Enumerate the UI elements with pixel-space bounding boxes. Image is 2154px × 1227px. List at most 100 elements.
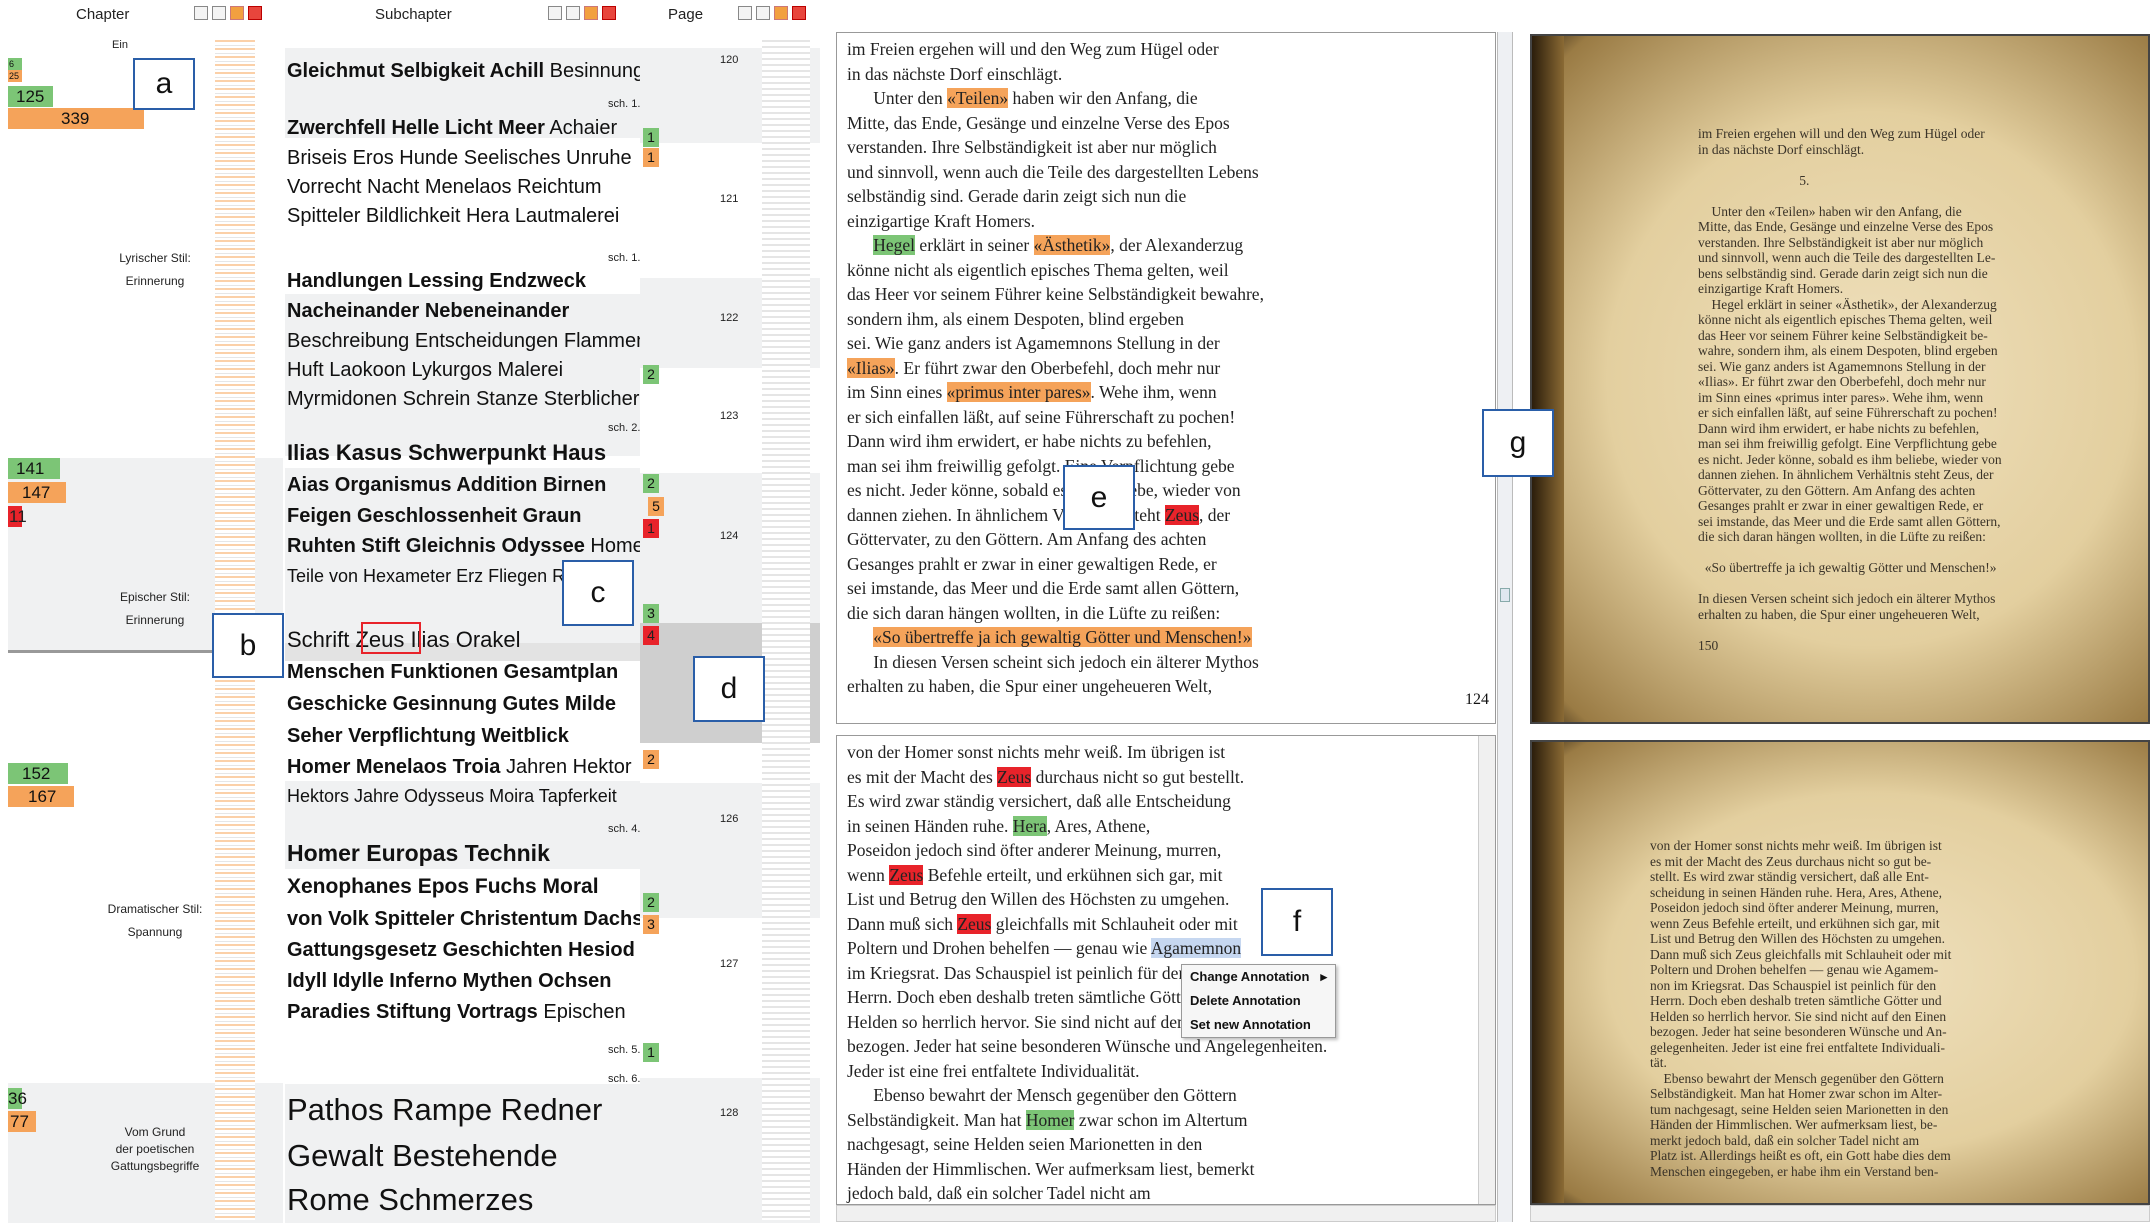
splitter-grip-icon[interactable]	[1500, 588, 1510, 602]
text-line[interactable]: er sich einfallen läßt, auf seine Führer…	[847, 405, 1235, 430]
keyword-line[interactable]: Briseis Eros Hunde Seelisches Unruhe	[287, 147, 632, 170]
mini-count[interactable]: 1	[643, 128, 659, 147]
keyword-line[interactable]: Teile von Hexameter Erz Fliegen R	[287, 566, 565, 587]
chapter-bar[interactable]: 167	[8, 786, 74, 807]
keyword-line[interactable]: Feigen Geschlossenheit Graun	[287, 505, 582, 528]
keyword-line[interactable]: Ilias Kasus Schwerpunkt Haus	[287, 440, 606, 466]
chapter-bar[interactable]: 125	[8, 86, 53, 107]
text-pane-top[interactable]: im Freien ergehen will und den Weg zum H…	[836, 32, 1496, 724]
menu-item-delete-annotation[interactable]: Delete Annotation	[1182, 989, 1335, 1013]
sort-icon[interactable]	[548, 6, 562, 20]
sort-icon[interactable]	[738, 6, 752, 20]
text-line[interactable]: Helden so herrlich hervor. Sie sind nich…	[847, 1010, 1201, 1035]
mini-count[interactable]: 2	[643, 474, 659, 493]
chapter-bar[interactable]: 25	[8, 70, 22, 82]
text-line[interactable]: Poseidon jedoch sind öfter anderer Meinu…	[847, 838, 1221, 863]
mini-count[interactable]: 4	[643, 626, 659, 645]
text-line[interactable]: jedoch bald, daß ein solcher Tadel nicht…	[847, 1181, 1151, 1206]
keyword-line[interactable]: Nacheinander Nebeneinander	[287, 300, 569, 323]
chapter-bar[interactable]: 77	[8, 1111, 36, 1132]
text-line[interactable]: im Sinn eines «primus inter pares». Wehe…	[847, 380, 1217, 405]
mini-count[interactable]: 1	[643, 1043, 659, 1062]
text-line[interactable]: Dann wird ihm erwidert, er habe nichts z…	[847, 429, 1211, 454]
text-line[interactable]: dannen ziehen. In ähnlichem Verhältnis s…	[847, 503, 1230, 528]
mini-count[interactable]: 1	[643, 148, 659, 167]
text-line[interactable]: könne nicht als eigentlich episches Them…	[847, 258, 1229, 283]
color-icon[interactable]	[230, 6, 244, 20]
text-line[interactable]: erhalten zu haben, die Spur einer ungehe…	[847, 674, 1212, 699]
keyword-line[interactable]: Spitteler Bildlichkeit Hera Lautmalerei	[287, 205, 619, 228]
text-line[interactable]: wenn Zeus Befehle erteilt, und erkühnen …	[847, 863, 1222, 888]
keyword-line[interactable]: von Volk Spitteler Christentum Dachs	[287, 908, 643, 931]
text-line[interactable]: Dann muß sich Zeus gleichfalls mit Schla…	[847, 912, 1238, 937]
chapter-bar[interactable]: 147	[8, 482, 66, 503]
keyword-line[interactable]: Vorrecht Nacht Menelaos Reichtum	[287, 176, 602, 199]
mini-count[interactable]: 2	[643, 893, 659, 912]
text-line[interactable]: die sich daran hängen wollten, in die Lü…	[847, 601, 1220, 626]
chapter-bar[interactable]: 141	[8, 458, 60, 479]
chapter-bar[interactable]: 152	[8, 763, 68, 784]
mini-count[interactable]: 3	[643, 915, 659, 934]
text-line[interactable]: einzigartige Kraft Homers.	[847, 209, 1035, 234]
text-line[interactable]: Händen der Himmlischen. Wer aufmerksam l…	[847, 1157, 1254, 1182]
text-pane-bottom[interactable]: von der Homer sonst nichts mehr weiß. Im…	[836, 735, 1496, 1205]
text-line[interactable]: Es wird zwar ständig versichert, daß all…	[847, 789, 1231, 814]
annotation-highlight[interactable]: «primus inter pares»	[946, 382, 1091, 402]
close-icon[interactable]	[248, 6, 262, 20]
menu-item-change-annotation[interactable]: Change Annotation ▸	[1182, 965, 1335, 989]
keyword-line[interactable]: Geschicke Gesinnung Gutes Milde	[287, 693, 616, 716]
keyword-line[interactable]: Myrmidonen Schrein Stanze Sterblicher	[287, 388, 639, 411]
annotation-highlight[interactable]: Zeus	[889, 864, 924, 885]
annotation-highlight[interactable]: Zeus	[957, 913, 992, 934]
text-line[interactable]: nachgesagt, seine Helden seien Marionett…	[847, 1132, 1202, 1157]
chapter-bar[interactable]: 6	[8, 58, 22, 70]
keyword-line[interactable]: Aias Organismus Addition Birnen	[287, 474, 606, 497]
close-icon[interactable]	[602, 6, 616, 20]
close-icon[interactable]	[792, 6, 806, 20]
keyword-line[interactable]: Homer Menelaos Troia Jahren Hektor	[287, 756, 632, 779]
vertical-scrollbar[interactable]	[1478, 736, 1495, 1204]
color-icon[interactable]	[584, 6, 598, 20]
text-line[interactable]: in seinen Händen ruhe. Hera, Ares, Athen…	[847, 814, 1150, 839]
text-line[interactable]: im Freien ergehen will und den Weg zum H…	[847, 37, 1219, 62]
list-icon[interactable]	[756, 6, 770, 20]
text-line[interactable]: Poltern und Drohen behelfen — genau wie …	[847, 936, 1242, 961]
text-line[interactable]: «Ilias». Er führt zwar den Oberbefehl, d…	[847, 356, 1220, 381]
keyword-line[interactable]: Homer Europas Technik	[287, 840, 550, 867]
keyword-line[interactable]: Gleichmut Selbigkeit Achill Besinnung	[287, 60, 644, 83]
chapter-bar[interactable]: 36	[8, 1088, 27, 1109]
text-line[interactable]: es nicht. Jeder könne, sobald es ihm bel…	[847, 478, 1241, 503]
keyword-line[interactable]: Seher Verpflichtung Weitblick	[287, 725, 569, 748]
list-icon[interactable]	[212, 6, 226, 20]
mini-count[interactable]: 1	[643, 519, 659, 538]
mini-count[interactable]: 3	[643, 604, 659, 623]
keyword-line[interactable]: Handlungen Lessing Endzweck	[287, 270, 586, 293]
mini-count[interactable]: 5	[648, 497, 664, 516]
annotation-highlight[interactable]: Zeus	[1164, 504, 1200, 525]
keyword-line[interactable]: Huft Laokoon Lykurgos Malerei	[287, 359, 563, 382]
text-line[interactable]: Gesanges prahlt er zwar in einer gewalti…	[847, 552, 1217, 577]
chapter-bar[interactable]: 339	[8, 108, 144, 129]
annotation-highlight[interactable]: Homer	[1025, 1109, 1075, 1130]
text-line[interactable]: Herrn. Doch eben deshalb treten sämtlich…	[847, 985, 1194, 1010]
annotation-highlight[interactable]: Zeus	[997, 766, 1032, 787]
keyword-line[interactable]: Ruhten Stift Gleichnis Odyssee Homer	[287, 535, 650, 558]
annotation-highlight[interactable]: Hera	[1012, 815, 1047, 836]
text-line[interactable]: Jeder ist eine frei entfaltete Individua…	[847, 1059, 1140, 1084]
text-line[interactable]: «So übertreffe ja ich gewaltig Götter un…	[847, 625, 1252, 650]
keyword-line[interactable]: Gewalt Bestehende	[287, 1138, 558, 1174]
keyword-line[interactable]: Rome Schmerzes	[287, 1182, 533, 1218]
sort-icon[interactable]	[194, 6, 208, 20]
text-line[interactable]: und sinnvoll, wenn auch die Teile des da…	[847, 160, 1259, 185]
color-icon[interactable]	[774, 6, 788, 20]
annotation-highlight[interactable]: Hegel	[873, 235, 916, 255]
annotation-highlight[interactable]: «Ästhetik»	[1033, 235, 1111, 255]
list-icon[interactable]	[566, 6, 580, 20]
text-line[interactable]: im Kriegsrat. Das Schauspiel ist peinlic…	[847, 961, 1187, 986]
text-line[interactable]: sondern ihm, als einem Despoten, blind e…	[847, 307, 1184, 332]
pane-splitter[interactable]	[1497, 32, 1513, 1222]
keyword-line[interactable]: Menschen Funktionen Gesamtplan	[287, 661, 618, 684]
annotation-highlight[interactable]: «Ilias»	[847, 357, 895, 378]
text-line[interactable]: von der Homer sonst nichts mehr weiß. Im…	[847, 740, 1225, 765]
text-line[interactable]: das Heer vor seinem Führer keine Selbstä…	[847, 282, 1264, 307]
